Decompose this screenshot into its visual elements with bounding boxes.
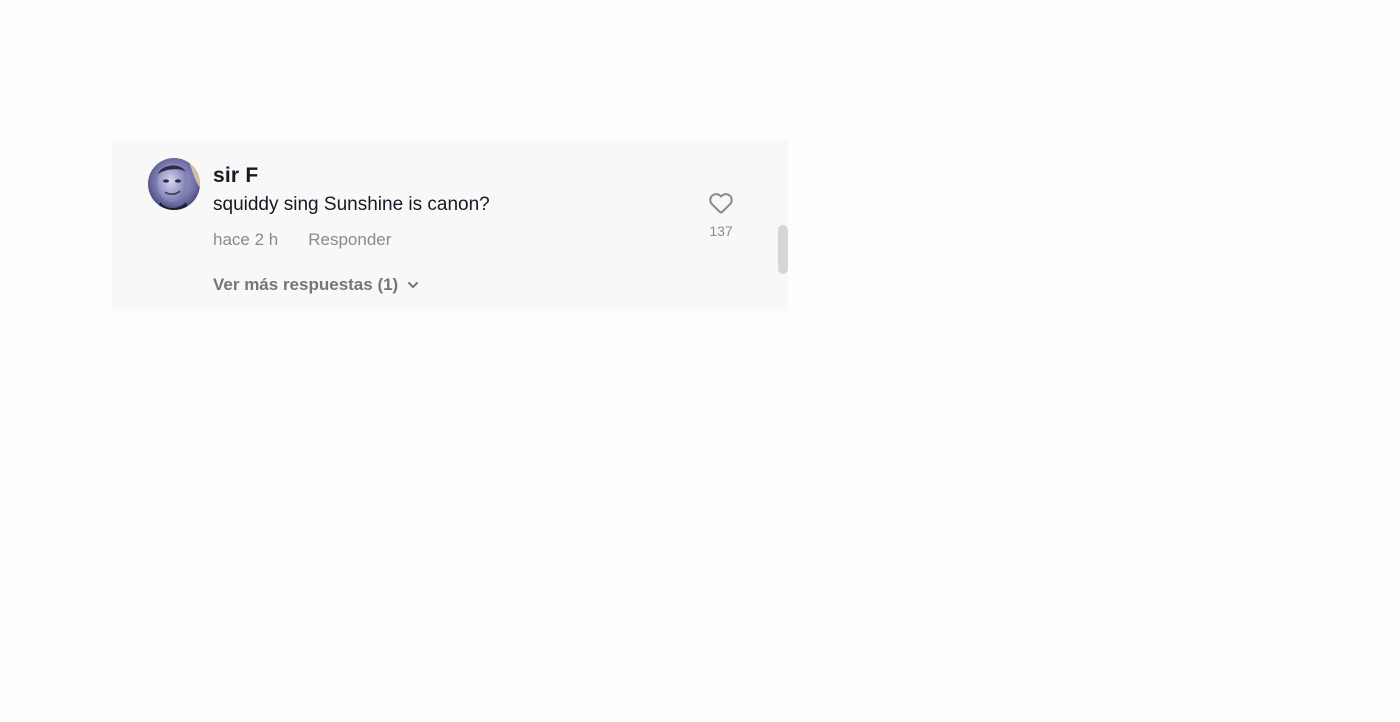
like-area: 137 xyxy=(698,189,744,240)
avatar-face-image xyxy=(148,158,200,210)
reply-button[interactable]: Responder xyxy=(308,229,391,251)
page: sir F squiddy sing Sunshine is canon? ha… xyxy=(0,0,1400,722)
view-more-replies-button[interactable]: Ver más respuestas (1) xyxy=(213,274,420,296)
timestamp: hace 2 h xyxy=(213,230,279,249)
heart-outline-icon xyxy=(709,193,733,214)
avatar[interactable] xyxy=(148,158,200,210)
scrollbar-thumb[interactable] xyxy=(778,225,788,274)
username[interactable]: sir F xyxy=(213,163,258,189)
chevron-down-icon xyxy=(406,278,420,292)
comment-item: sir F squiddy sing Sunshine is canon? ha… xyxy=(112,141,788,311)
view-more-replies-label: Ver más respuestas (1) xyxy=(213,275,399,294)
comment-meta: hace 2 h Responder xyxy=(213,229,391,251)
like-button[interactable] xyxy=(707,189,735,217)
comment-text: squiddy sing Sunshine is canon? xyxy=(213,194,490,215)
like-count: 137 xyxy=(709,223,733,239)
